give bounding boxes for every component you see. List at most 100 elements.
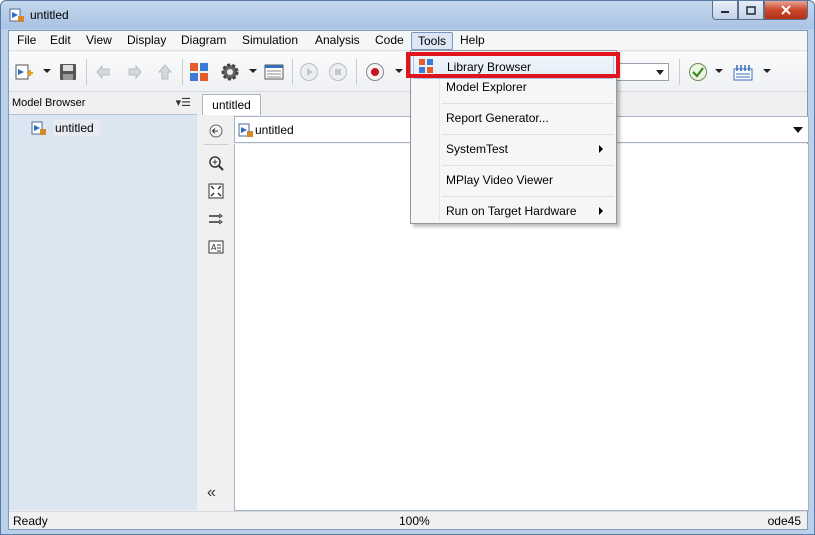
- menu-diagram[interactable]: Diagram: [175, 32, 232, 50]
- menu-item-label: MPlay Video Viewer: [446, 173, 553, 187]
- menu-help[interactable]: Help: [454, 32, 491, 50]
- new-model-icon: [15, 64, 33, 80]
- circle-arrow-left-icon: [209, 124, 223, 138]
- menu-view[interactable]: View: [80, 32, 118, 50]
- menu-separator: [442, 165, 614, 166]
- menu-item-label: Run on Target Hardware: [446, 204, 577, 218]
- collapse-palette-icon[interactable]: «: [207, 484, 216, 502]
- back-arrow-icon: [96, 64, 110, 80]
- run-button[interactable]: [298, 61, 320, 83]
- title-bar[interactable]: untitled: [1, 1, 814, 29]
- model-explorer-button[interactable]: [263, 61, 285, 83]
- save-icon: [60, 64, 76, 80]
- menu-code[interactable]: Code: [369, 32, 410, 50]
- minimize-button[interactable]: [712, 1, 738, 20]
- model-settings-dropdown[interactable]: [249, 69, 257, 73]
- build-model-button[interactable]: [732, 61, 754, 83]
- maximize-button[interactable]: [738, 1, 764, 20]
- annotation-button[interactable]: A: [207, 238, 225, 256]
- maximize-icon: [746, 5, 756, 15]
- simulink-model-icon: [238, 123, 253, 137]
- forward-button[interactable]: [123, 61, 145, 83]
- gear-icon: [221, 63, 239, 81]
- solver-name[interactable]: ode45: [768, 514, 801, 528]
- tab-untitled[interactable]: untitled: [202, 94, 261, 115]
- forward-arrow-icon: [128, 64, 142, 80]
- build-icon: [733, 65, 753, 81]
- record-icon: [366, 63, 384, 81]
- status-text: Ready: [13, 514, 48, 528]
- menu-file[interactable]: File: [11, 32, 42, 50]
- tree-item-label: untitled: [53, 120, 100, 136]
- menu-item-label: SystemTest: [446, 142, 509, 156]
- toolbar-separator: [356, 59, 357, 85]
- submenu-arrow-icon: [599, 145, 603, 153]
- menu-item-label: Report Generator...: [446, 111, 549, 125]
- route-lines-icon: [209, 213, 223, 225]
- save-button[interactable]: [57, 61, 79, 83]
- menu-item-label: Model Explorer: [446, 80, 527, 94]
- model-explorer-icon: [264, 64, 284, 80]
- tree-item[interactable]: untitled: [31, 119, 100, 137]
- close-icon: [781, 5, 791, 15]
- highlight-box: [406, 52, 620, 78]
- submenu-arrow-icon: [599, 207, 603, 215]
- model-browser-title: Model Browser: [12, 97, 86, 109]
- close-button[interactable]: [764, 1, 808, 20]
- toolbar-separator: [679, 59, 680, 85]
- minimize-icon: [721, 11, 729, 13]
- chevron-down-icon[interactable]: [793, 127, 803, 133]
- menu-item-run-on-target-hardware[interactable]: Run on Target Hardware: [413, 198, 614, 224]
- menu-tools[interactable]: Tools: [411, 32, 454, 50]
- library-browser-icon: [190, 63, 208, 81]
- svg-text:A: A: [211, 243, 217, 252]
- model-browser-tree: untitled: [9, 114, 197, 510]
- simulink-model-icon: [9, 8, 24, 22]
- toolbar-separator: [86, 59, 87, 85]
- zoom-button[interactable]: [207, 154, 225, 172]
- fit-to-view-button[interactable]: [207, 182, 225, 200]
- record-dropdown[interactable]: [395, 69, 403, 73]
- model-advisor-dropdown[interactable]: [715, 69, 723, 73]
- back-button[interactable]: [93, 61, 115, 83]
- menu-display[interactable]: Display: [121, 32, 172, 50]
- simulink-model-icon: [31, 121, 46, 135]
- record-button[interactable]: [364, 61, 386, 83]
- menu-bar: File Edit View Display Diagram Simulatio…: [9, 31, 807, 51]
- chevron-down-icon[interactable]: [656, 70, 664, 75]
- model-advisor-button[interactable]: [687, 61, 709, 83]
- menu-analysis[interactable]: Analysis: [309, 32, 366, 50]
- client-area: File Edit View Display Diagram Simulatio…: [8, 30, 809, 530]
- stop-button[interactable]: [327, 61, 349, 83]
- menu-simulation[interactable]: Simulation: [236, 32, 304, 50]
- up-button[interactable]: [154, 61, 176, 83]
- window-frame: untitled File Edit View Display Diagram …: [0, 0, 815, 535]
- check-circle-icon: [689, 63, 707, 81]
- menu-item-mplay-video-viewer[interactable]: MPlay Video Viewer: [413, 167, 614, 193]
- window-controls: [712, 1, 808, 20]
- up-arrow-icon: [157, 64, 173, 80]
- palette-separator: [204, 144, 228, 145]
- model-settings-button[interactable]: [219, 61, 241, 83]
- menu-separator: [442, 103, 614, 104]
- explorer-path: untitled: [255, 123, 294, 137]
- hide-browser-button[interactable]: [207, 122, 225, 140]
- play-icon: [300, 63, 318, 81]
- menu-item-systemtest[interactable]: SystemTest: [413, 136, 614, 162]
- new-model-dropdown[interactable]: [43, 69, 51, 73]
- library-browser-button[interactable]: [188, 61, 210, 83]
- tool-palette: A «: [198, 114, 234, 510]
- zoom-in-icon: [209, 156, 224, 171]
- toolbar-separator: [182, 59, 183, 85]
- annotation-icon: A: [208, 240, 224, 254]
- zoom-level: 100%: [399, 514, 430, 528]
- model-browser-options-icon[interactable]: ▾☰: [176, 96, 191, 109]
- menu-item-report-generator[interactable]: Report Generator...: [413, 105, 614, 131]
- route-lines-button[interactable]: [207, 210, 225, 228]
- status-bar: Ready 100% ode45: [9, 511, 807, 529]
- menu-separator: [442, 134, 614, 135]
- new-model-button[interactable]: [13, 61, 35, 83]
- menu-edit[interactable]: Edit: [44, 32, 77, 50]
- build-model-dropdown[interactable]: [763, 69, 771, 73]
- fit-view-icon: [208, 183, 224, 199]
